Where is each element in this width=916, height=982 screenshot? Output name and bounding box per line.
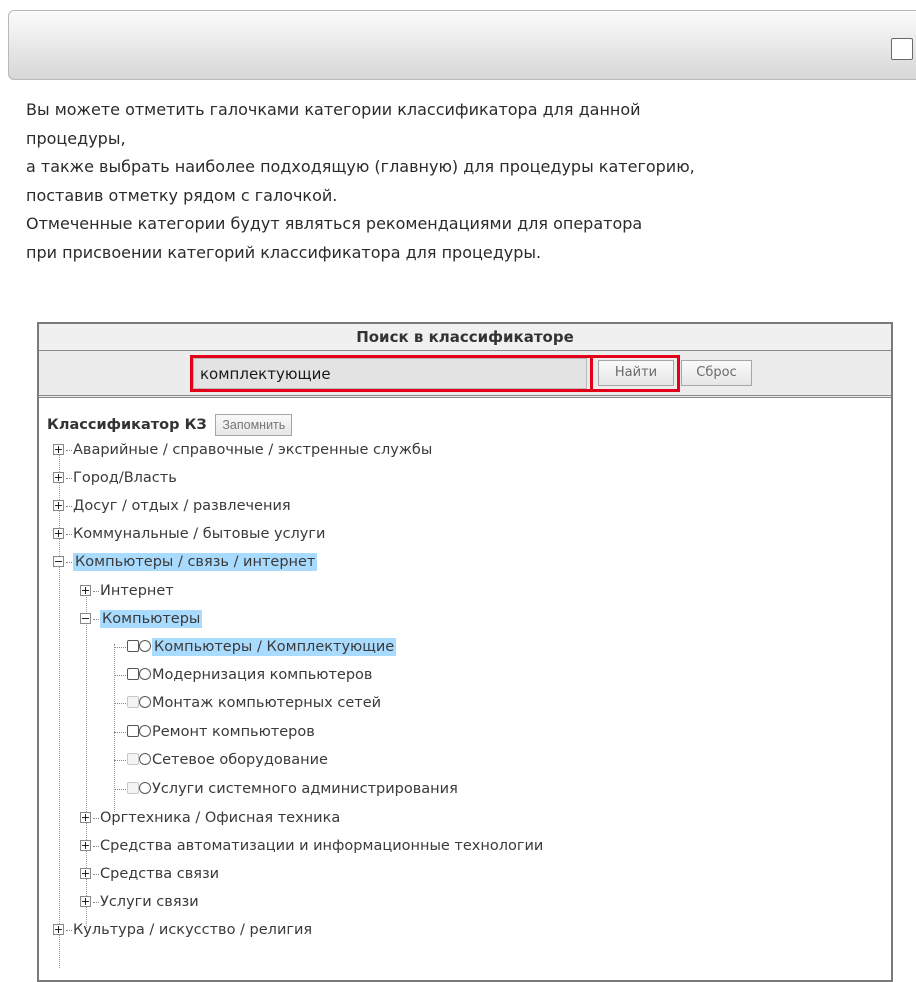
category-checkbox[interactable] [127, 696, 139, 708]
search-input[interactable] [193, 358, 587, 389]
classifier-panel: Поиск в классификаторе Найти Сброс Класс… [37, 322, 893, 982]
category-checkbox[interactable] [127, 782, 139, 794]
tree-leaf[interactable]: Модернизация компьютеров [114, 661, 372, 689]
connector-line [66, 533, 72, 535]
tree-leaf[interactable]: Ремонт компьютеров [114, 718, 315, 746]
main-category-radio[interactable] [139, 782, 151, 794]
main-category-radio[interactable] [139, 640, 151, 652]
category-checkbox[interactable] [127, 753, 139, 765]
connector-line [66, 505, 72, 507]
search-row: Найти Сброс [39, 351, 891, 398]
main-category-radio[interactable] [139, 696, 151, 708]
expand-icon[interactable] [53, 499, 64, 511]
tree-node-label[interactable]: Модернизация компьютеров [152, 667, 372, 683]
expand-icon[interactable] [53, 527, 64, 539]
tree-node-label[interactable]: Ремонт компьютеров [152, 724, 315, 740]
connector-line [66, 929, 72, 931]
find-button[interactable]: Найти [598, 360, 674, 386]
tree-leaf[interactable]: Компьютеры / Комплектующие [114, 633, 397, 661]
collapse-icon[interactable] [53, 555, 64, 567]
connector-line [93, 901, 99, 903]
tree-title: Классификатор КЗ [47, 417, 207, 433]
expand-icon[interactable] [53, 443, 64, 455]
tree-node-label[interactable]: Средства автоматизации и информационные … [100, 838, 543, 854]
tree-node-label[interactable]: Компьютеры [100, 610, 203, 628]
tree-node-label[interactable]: Досуг / отдых / развлечения [73, 498, 291, 514]
intro-line: при присвоении категорий классификатора … [26, 242, 542, 262]
tree-node[interactable]: Аварийные / справочные / экстренные служ… [53, 436, 432, 464]
expand-icon[interactable] [80, 867, 91, 879]
tree-node[interactable]: Интернет [80, 577, 174, 605]
connector-line [114, 674, 126, 676]
tree-leaf[interactable]: Сетевое оборудование [114, 746, 328, 774]
tree-title-row: Классификатор КЗ Запомнить [47, 414, 293, 436]
connector-line [114, 702, 126, 704]
connector-line [114, 788, 126, 790]
expand-icon[interactable] [80, 895, 91, 907]
tree-node[interactable]: Средства автоматизации и информационные … [80, 832, 543, 860]
intro-line: процедуры, [26, 128, 126, 148]
tree-node-label[interactable]: Интернет [100, 583, 174, 599]
connector-line [93, 817, 99, 819]
tree-node-label[interactable]: Компьютеры / связь / интернет [73, 553, 318, 571]
collapse-icon[interactable] [80, 612, 91, 624]
tree-node[interactable]: Средства связи [80, 860, 219, 888]
connector-line [114, 759, 126, 761]
tree-node-label[interactable]: Средства связи [100, 866, 219, 882]
header-checkbox[interactable] [891, 38, 913, 60]
intro-line: Отмеченные категории будут являться реко… [26, 214, 643, 233]
highlight-divider [590, 355, 593, 392]
expand-icon[interactable] [53, 923, 64, 935]
tree-node[interactable]: Досуг / отдых / развлечения [53, 492, 291, 520]
tree-node-label[interactable]: Монтаж компьютерных сетей [152, 695, 381, 711]
connector-line [66, 449, 72, 451]
category-checkbox[interactable] [127, 725, 139, 737]
expand-icon[interactable] [80, 584, 91, 596]
expand-icon[interactable] [53, 471, 64, 483]
tree-leaf[interactable]: Услуги системного администрирования [114, 775, 458, 803]
tree-node-label[interactable]: Коммунальные / бытовые услуги [73, 526, 325, 542]
tree-node-expanded[interactable]: Компьютеры [80, 605, 203, 633]
tree-node[interactable]: Коммунальные / бытовые услуги [53, 520, 325, 548]
intro-line: поставив отметку рядом с галочкой. [26, 185, 338, 205]
expand-icon[interactable] [80, 811, 91, 823]
intro-text: Вы можете отметить галочками категории к… [26, 96, 906, 267]
tree-node-label[interactable]: Аварийные / справочные / экстренные служ… [73, 442, 432, 458]
intro-line: а также выбрать наиболее подходящую (гла… [26, 157, 695, 176]
expand-icon[interactable] [80, 839, 91, 851]
tree-node[interactable]: Культура / искусство / религия [53, 916, 312, 944]
tree-node-label[interactable]: Город/Власть [73, 470, 177, 486]
connector-line [66, 561, 72, 563]
reset-button[interactable]: Сброс [681, 360, 752, 386]
search-title: Поиск в классификаторе [39, 324, 891, 351]
connector-line [93, 845, 99, 847]
tree-leaf[interactable]: Монтаж компьютерных сетей [114, 689, 381, 717]
intro-line: Вы можете отметить галочками категории к… [26, 100, 641, 119]
connector-line [114, 731, 126, 733]
tree-node-expanded[interactable]: Компьютеры / связь / интернет [53, 548, 318, 576]
tree-node-label[interactable]: Услуги системного администрирования [152, 781, 458, 797]
main-category-radio[interactable] [139, 753, 151, 765]
connector-line [93, 590, 99, 592]
panel-header [8, 10, 916, 80]
tree-node[interactable]: Оргтехника / Офисная техника [80, 804, 340, 832]
tree-node-label[interactable]: Культура / искусство / религия [73, 922, 312, 938]
connector-line [114, 646, 126, 648]
main-category-radio[interactable] [139, 668, 151, 680]
tree-node-label[interactable]: Услуги связи [100, 894, 199, 910]
connector-line [93, 618, 99, 620]
tree-node[interactable]: Город/Власть [53, 464, 177, 492]
main-category-radio[interactable] [139, 725, 151, 737]
connector-line [93, 873, 99, 875]
remember-button[interactable]: Запомнить [215, 414, 293, 436]
tree-node-label[interactable]: Оргтехника / Офисная техника [100, 810, 340, 826]
tree-node[interactable]: Услуги связи [80, 888, 199, 916]
tree-node-label[interactable]: Сетевое оборудование [152, 752, 328, 768]
category-checkbox[interactable] [127, 668, 139, 680]
connector-line [66, 477, 72, 479]
category-checkbox[interactable] [127, 640, 139, 652]
tree-node-label[interactable]: Компьютеры / Комплектующие [152, 638, 397, 656]
